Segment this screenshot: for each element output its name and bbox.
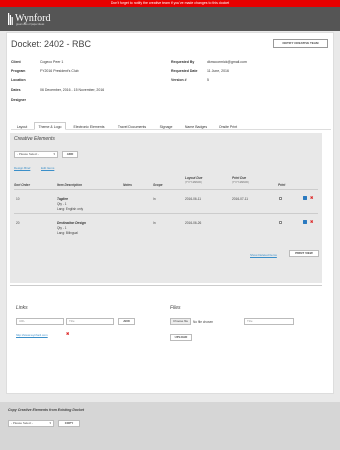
copy-elements-footer: Copy Creative Elements from Existing Doc… bbox=[0, 402, 340, 450]
requested-date-label: Requested Date bbox=[171, 69, 198, 73]
row-1-scope: In bbox=[153, 197, 156, 201]
edit-items-link[interactable]: Edit Items bbox=[41, 166, 54, 170]
creative-elements-section: Creative Elements - Please Select - ADD … bbox=[10, 133, 322, 283]
tab-onsite-print[interactable]: Onsite Print bbox=[213, 122, 243, 130]
col-layout-due-format: (YYYY-MM-DD) bbox=[185, 181, 202, 184]
requested-date-value: 11 June, 2016 bbox=[207, 69, 229, 73]
link-url-input[interactable]: URL bbox=[16, 318, 64, 325]
col-print-due: Print Due bbox=[232, 176, 247, 180]
row-2-delete-icon[interactable]: ✖ bbox=[310, 220, 313, 224]
dates-label: Dates bbox=[11, 88, 21, 92]
tab-travel-documents[interactable]: Travel Documents bbox=[112, 122, 152, 130]
row-2-lang: Lang: Bilingual bbox=[57, 231, 78, 235]
links-top-divider bbox=[10, 285, 322, 286]
col-layout-due: Layout Due bbox=[185, 176, 203, 180]
tab-theme-logo[interactable]: Theme & Logo bbox=[34, 122, 66, 130]
page-title: Docket: 2402 - RBC bbox=[11, 39, 92, 49]
brand-tagline: great uses of paper ideas bbox=[16, 23, 45, 26]
row-2-qty: Qty - 1 bbox=[57, 226, 67, 230]
dates-value: 06 December, 2016 - 15 November, 2016 bbox=[40, 88, 105, 92]
no-file-chosen-text: No file chosen bbox=[193, 320, 214, 324]
design-brief-link[interactable]: Design Brief bbox=[14, 166, 30, 170]
row-2-edit-icon[interactable] bbox=[303, 220, 307, 224]
program-value: FY2016 President's Club bbox=[40, 69, 79, 73]
row-1-print-checkbox[interactable] bbox=[279, 197, 282, 200]
links-files-section: Links URL Title ADD http://www.wynford.c… bbox=[10, 285, 322, 380]
notify-creative-team-button[interactable]: NOTIFY CREATIVE TEAM bbox=[273, 39, 328, 48]
client-value: Cogeco Peer 1 bbox=[40, 60, 64, 64]
row-2-print-checkbox[interactable] bbox=[279, 221, 282, 224]
client-label: Client bbox=[11, 60, 21, 64]
link-title-input[interactable]: Title bbox=[66, 318, 114, 325]
row-1-lang: Lang: English only bbox=[57, 207, 84, 211]
delete-link-icon[interactable]: ✖ bbox=[66, 332, 69, 336]
row-2-sort: 20 bbox=[16, 221, 20, 225]
program-label: Program bbox=[11, 69, 26, 73]
col-print: Print bbox=[278, 183, 286, 187]
location-label: Location bbox=[11, 78, 26, 82]
existing-link[interactable]: http://www.wynford.com bbox=[16, 333, 48, 337]
designer-label: Designer bbox=[11, 98, 26, 102]
docket-tabs: Layout Theme & Logo Electronic Elements … bbox=[11, 122, 331, 130]
copy-button[interactable]: COPY bbox=[58, 420, 80, 427]
creative-elements-title: Creative Elements bbox=[14, 136, 55, 142]
add-link-button[interactable]: ADD bbox=[118, 318, 135, 325]
requested-by-value: dkmccormick@gmail.com bbox=[207, 60, 247, 64]
col-item-description: Item Description bbox=[57, 183, 82, 187]
version-value: 5 bbox=[207, 78, 209, 82]
show-deleted-items-link[interactable]: Show Deleted Items bbox=[250, 253, 277, 257]
add-creative-element-button[interactable]: ADD bbox=[62, 151, 78, 158]
row-2-scope: In bbox=[153, 221, 156, 225]
file-title-input[interactable]: Title bbox=[244, 318, 294, 325]
tab-electronic-elements[interactable]: Electronic Elements bbox=[67, 122, 111, 130]
row-1-name: Tagline bbox=[57, 197, 69, 201]
row-1-print-due: 2016-07-11 bbox=[232, 197, 249, 201]
brand-logo[interactable]: Wynford great uses of paper ideas bbox=[8, 13, 68, 27]
notify-banner: Don't forget to notify the creative team… bbox=[0, 0, 340, 7]
row-divider bbox=[14, 213, 318, 214]
upload-file-button[interactable]: UPLOAD bbox=[170, 334, 192, 341]
col-print-due-format: (YYYY-MM-DD) bbox=[232, 181, 249, 184]
col-notes: Notes bbox=[123, 183, 132, 187]
files-title: Files bbox=[170, 305, 181, 311]
row-2-layout-due: 2016-06-26 bbox=[185, 221, 202, 225]
row-1-layout-due: 2016-06-11 bbox=[185, 197, 202, 201]
site-header: Wynford great uses of paper ideas bbox=[0, 7, 340, 31]
links-title: Links bbox=[16, 305, 28, 311]
copy-elements-title: Copy Creative Elements from Existing Doc… bbox=[8, 408, 85, 412]
tab-signage[interactable]: Signage bbox=[153, 122, 179, 130]
col-scope: Scope bbox=[153, 183, 163, 187]
tab-name-badges[interactable]: Name Badges bbox=[180, 122, 212, 130]
col-sort-order: Sort Order bbox=[14, 183, 30, 187]
row-1-delete-icon[interactable]: ✖ bbox=[310, 196, 313, 200]
wynford-logo-icon bbox=[8, 13, 13, 25]
copy-docket-select[interactable]: - Please Select - bbox=[8, 420, 54, 427]
row-2-name: Destination Design bbox=[57, 221, 86, 225]
version-label: Version # bbox=[171, 78, 187, 82]
table-header-divider bbox=[14, 189, 318, 190]
requested-by-label: Requested By bbox=[171, 60, 195, 64]
choose-file-button[interactable]: Choose file bbox=[170, 318, 191, 325]
tab-layout[interactable]: Layout bbox=[11, 122, 33, 130]
print-view-button[interactable]: PRINT VIEW bbox=[289, 250, 319, 257]
row-1-qty: Qty - 1 bbox=[57, 202, 67, 206]
creative-element-select[interactable]: - Please Select - bbox=[14, 151, 58, 158]
row-1-sort: 10 bbox=[16, 197, 20, 201]
row-1-edit-icon[interactable] bbox=[303, 196, 307, 200]
